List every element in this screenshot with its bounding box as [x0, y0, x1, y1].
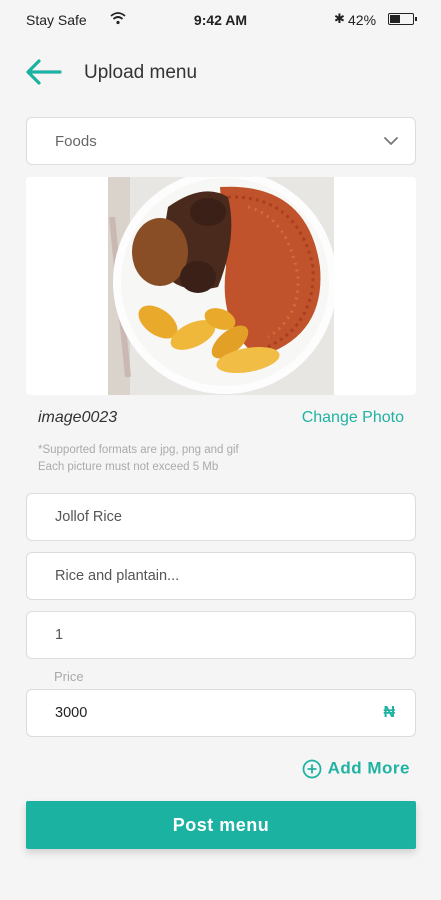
- naira-icon: ₦: [383, 704, 395, 721]
- upload-hint: *Supported formats are jpg, png and gif …: [38, 442, 239, 476]
- add-more-button[interactable]: Add More: [302, 758, 410, 782]
- post-menu-button[interactable]: Post menu: [26, 801, 416, 849]
- category-select[interactable]: Foods: [26, 117, 416, 165]
- change-photo-link[interactable]: Change Photo: [302, 409, 404, 427]
- quantity-input[interactable]: [27, 612, 415, 658]
- menu-name-field: [26, 493, 416, 541]
- file-name: image0023: [38, 409, 118, 426]
- page-title: Upload menu: [84, 62, 198, 83]
- price-input[interactable]: [27, 690, 415, 736]
- bluetooth-icon: ✱: [334, 11, 345, 26]
- add-more-label: Add More: [327, 758, 410, 778]
- description-input[interactable]: [27, 553, 415, 599]
- price-label: Price: [54, 669, 84, 684]
- header: Upload menu: [0, 52, 441, 92]
- battery-icon: [388, 13, 417, 25]
- add-circle-icon: [302, 759, 322, 778]
- menu-name-input[interactable]: [27, 494, 415, 540]
- quantity-field: [26, 611, 416, 659]
- description-field: [26, 552, 416, 600]
- photo-preview: [26, 177, 416, 395]
- arrow-left-icon[interactable]: [24, 58, 64, 86]
- price-field: ₦: [26, 689, 416, 737]
- chevron-down-icon: [384, 137, 398, 145]
- battery-fill: [390, 15, 401, 23]
- category-select-value: Foods: [55, 133, 97, 150]
- hint-formats: *Supported formats are jpg, png and gif: [38, 444, 239, 456]
- status-bar: Stay Safe 9:42 AM ✱ 42%: [0, 0, 441, 38]
- battery-percent: 42%: [348, 12, 377, 28]
- hint-size: Each picture must not exceed 5 Mb: [38, 461, 219, 473]
- food-photo: [108, 177, 334, 395]
